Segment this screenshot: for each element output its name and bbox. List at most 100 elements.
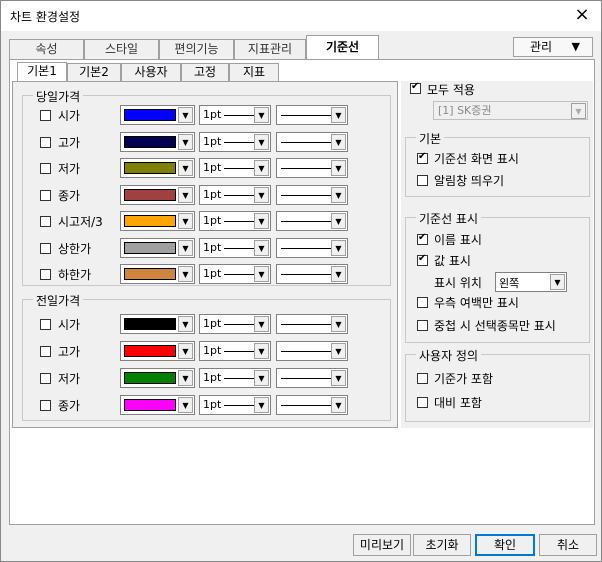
subtab-fixed[interactable]: 고정	[181, 63, 229, 82]
line-style-select[interactable]: ▼	[276, 368, 348, 388]
line-style-select[interactable]: ▼	[276, 211, 348, 231]
line-checkbox[interactable]	[40, 346, 51, 357]
value-show-checkbox[interactable]	[417, 253, 428, 266]
contrast-checkbox[interactable]	[417, 397, 428, 408]
line-width-preview	[224, 324, 254, 325]
color-picker[interactable]: ▼	[120, 158, 195, 178]
line-width-value: 1pt	[203, 371, 222, 384]
manage-dropdown[interactable]: 관리 ▼	[513, 37, 593, 57]
chevron-down-icon: ▼	[178, 316, 193, 332]
chevron-down-icon: ▼	[178, 107, 193, 123]
line-checkbox[interactable]	[40, 136, 51, 148]
line-label: 시가	[58, 318, 81, 332]
name-show-checkbox[interactable]	[417, 232, 428, 245]
color-picker[interactable]: ▼	[120, 211, 195, 231]
line-width-value: 1pt	[203, 108, 222, 121]
color-picker[interactable]: ▼	[120, 368, 195, 388]
subtab-basic2[interactable]: 기본2	[67, 63, 121, 82]
tab-style[interactable]: 스타일	[84, 39, 159, 59]
preview-button[interactable]: 미리보기	[353, 534, 411, 556]
line-style-preview	[281, 221, 331, 222]
color-picker[interactable]: ▼	[120, 237, 195, 258]
line-width-preview	[224, 351, 254, 352]
line-width-select[interactable]: 1pt ▼	[199, 395, 271, 415]
close-icon[interactable]: ×	[571, 4, 593, 26]
chevron-down-icon: ▼	[254, 239, 269, 256]
alert-checkbox[interactable]	[417, 175, 428, 186]
apply-all-label: 모두 적용	[427, 83, 475, 97]
line-label: 고가	[58, 135, 81, 150]
line-width-select[interactable]: 1pt ▼	[199, 184, 271, 205]
line-style-select[interactable]: ▼	[276, 105, 348, 125]
manage-label: 관리	[530, 40, 553, 54]
chevron-down-icon: ▼	[331, 107, 346, 123]
line-width-select[interactable]: 1pt ▼	[199, 341, 271, 361]
line-width-select[interactable]: 1pt ▼	[199, 314, 271, 334]
base-price-checkbox[interactable]	[417, 373, 428, 384]
color-picker[interactable]: ▼	[120, 341, 195, 361]
line-checkbox[interactable]	[40, 319, 51, 330]
line-checkbox[interactable]	[40, 189, 51, 201]
tab-baseline[interactable]: 기준선	[306, 35, 379, 60]
line-width-select[interactable]: 1pt ▼	[199, 131, 271, 152]
color-picker[interactable]: ▼	[120, 105, 195, 125]
line-width-preview	[224, 247, 254, 249]
line-style-select[interactable]: ▼	[276, 237, 348, 258]
cancel-button[interactable]: 취소	[539, 534, 597, 556]
line-width-select[interactable]: 1pt ▼	[199, 368, 271, 388]
line-style-select[interactable]: ▼	[276, 264, 348, 284]
line-style-select[interactable]: ▼	[276, 158, 348, 178]
color-swatch	[124, 399, 176, 411]
line-checkbox[interactable]	[40, 400, 51, 411]
subtab-user[interactable]: 사용자	[121, 63, 181, 82]
line-checkbox[interactable]	[40, 110, 51, 121]
position-select[interactable]: 왼쪽 ▼	[495, 272, 567, 292]
chevron-down-icon: ▼	[178, 370, 193, 386]
subtab-indicator[interactable]: 지표	[229, 63, 279, 82]
color-swatch	[124, 268, 176, 280]
chevron-down-icon: ▼	[331, 186, 346, 203]
value-show-label: 값 표시	[434, 254, 471, 268]
line-checkbox[interactable]	[40, 373, 51, 384]
line-style-preview	[281, 405, 331, 406]
color-picker[interactable]: ▼	[120, 395, 195, 415]
line-width-value: 1pt	[203, 134, 222, 148]
line-width-value: 1pt	[203, 317, 222, 330]
line-width-select[interactable]: 1pt ▼	[199, 211, 271, 231]
chevron-down-icon: ▼	[254, 316, 269, 332]
line-width-select[interactable]: 1pt ▼	[199, 264, 271, 284]
right-margin-checkbox[interactable]	[417, 297, 428, 308]
line-checkbox[interactable]	[40, 269, 51, 280]
line-checkbox[interactable]	[40, 163, 51, 174]
line-style-select[interactable]: ▼	[276, 131, 348, 152]
tab-properties[interactable]: 속성	[9, 39, 84, 59]
tab-indicator-manage[interactable]: 지표관리	[234, 39, 306, 59]
line-checkbox[interactable]	[40, 216, 51, 227]
reset-button[interactable]: 초기화	[413, 534, 471, 556]
line-style-select[interactable]: ▼	[276, 395, 348, 415]
subtab-basic1[interactable]: 기본1	[17, 62, 67, 82]
color-picker[interactable]: ▼	[120, 184, 195, 205]
line-style-select[interactable]: ▼	[276, 341, 348, 361]
source-select: [1] SK증권 ▼	[433, 101, 588, 120]
group-title: 당일가격	[33, 88, 84, 105]
line-checkbox[interactable]	[40, 242, 51, 254]
line-width-preview	[224, 168, 254, 169]
line-style-select[interactable]: ▼	[276, 314, 348, 334]
chevron-down-icon: ▼	[254, 266, 269, 282]
color-picker[interactable]: ▼	[120, 264, 195, 284]
line-label: 종가	[58, 188, 81, 203]
line-width-select[interactable]: 1pt ▼	[199, 158, 271, 178]
line-width-select[interactable]: 1pt ▼	[199, 105, 271, 125]
line-width-select[interactable]: 1pt ▼	[199, 237, 271, 258]
color-swatch	[124, 215, 176, 227]
apply-all-checkbox[interactable]	[410, 81, 421, 94]
ok-button[interactable]: 확인	[475, 534, 535, 556]
line-style-select[interactable]: ▼	[276, 184, 348, 205]
color-picker[interactable]: ▼	[120, 314, 195, 334]
color-picker[interactable]: ▼	[120, 131, 195, 152]
line-width-value: 1pt	[203, 344, 222, 357]
show-baseline-checkbox[interactable]	[417, 151, 428, 164]
tab-convenience[interactable]: 편의기능	[159, 39, 234, 59]
overlap-checkbox[interactable]	[417, 320, 428, 331]
